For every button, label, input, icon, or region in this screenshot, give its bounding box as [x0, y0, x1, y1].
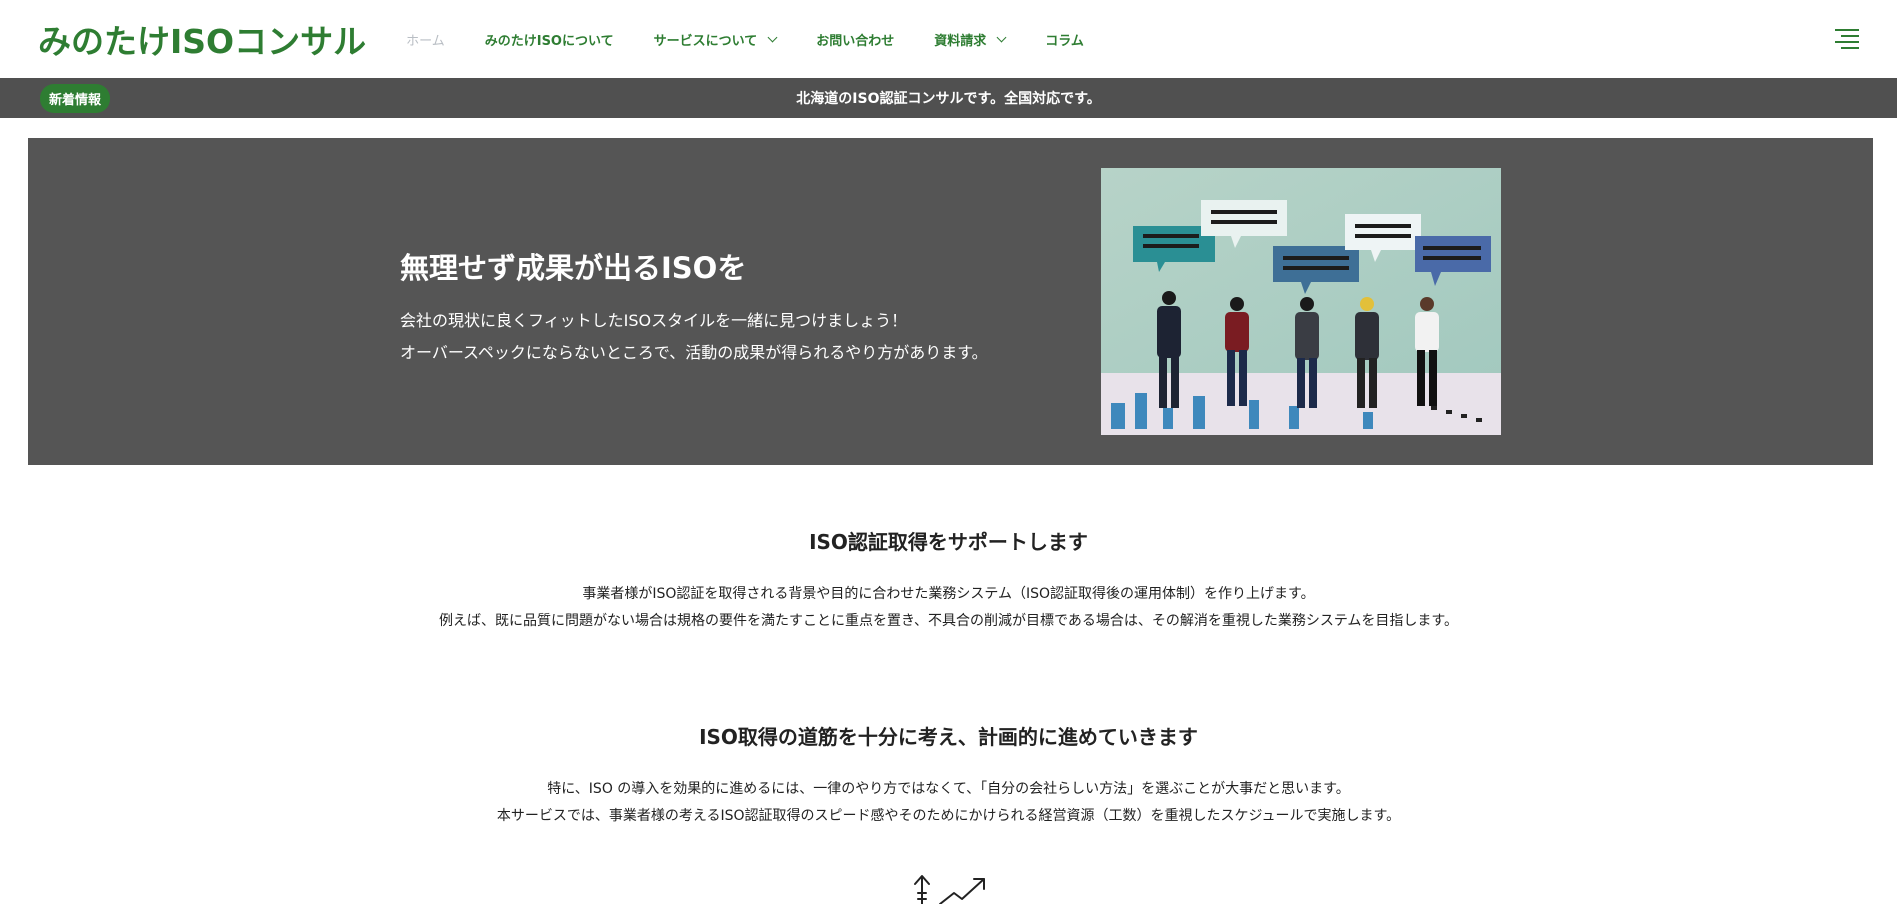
nav-item-home[interactable]: ホーム	[406, 30, 445, 49]
news-ticker-text[interactable]: 北海道のISO認証コンサルです。全国対応です。	[0, 88, 1897, 108]
hero-title: 無理せず成果が出るISOを	[400, 251, 747, 285]
section-support: ISO認証取得をサポートします 事業者様がISO認証を取得される背景や目的に合わ…	[0, 526, 1897, 635]
nav-item-label: 資料請求	[934, 33, 987, 49]
nav-item-label: お問い合わせ	[816, 33, 895, 49]
section-text: 特に、ISO の導入を効果的に進めるには、一律のやり方ではなくて、「自分の会社ら…	[0, 776, 1897, 830]
chevron-down-icon	[767, 32, 778, 42]
site-header: みのたけISOコンサル ホーム みのたけISOについて サービスについて お問い…	[0, 0, 1897, 78]
nav-item-contact[interactable]: お問い合わせ	[816, 30, 894, 49]
site-logo[interactable]: みのたけISOコンサル	[38, 15, 366, 63]
hero-copy: 無理せず成果が出るISOを 会社の現状に良くフィットしたISOスタイルを一緒に見…	[400, 245, 988, 369]
section-text-line: 例えば、既に品質に問題がない場合は規格の要件を満たすことに重点を置き、不具合の削…	[438, 613, 1459, 629]
section-text: 事業者様がISO認証を取得される背景や目的に合わせた業務システム（ISO認証取得…	[0, 581, 1897, 635]
section-text-line: 本サービスでは、事業者様の考えるISO認証取得のスピード感やそのためにかけられる…	[496, 808, 1401, 824]
nav-item-label: ホーム	[406, 33, 445, 49]
nav-item-label: みのたけISOについて	[484, 33, 614, 49]
news-bar: 新着情報 北海道のISO認証コンサルです。全国対応です。	[0, 78, 1897, 118]
nav-item-services[interactable]: サービスについて	[653, 30, 778, 49]
nav-item-label: コラム	[1045, 33, 1084, 49]
nav-item-about[interactable]: みのたけISOについて	[485, 30, 614, 49]
hero-text-line: オーバースペックにならないところで、活動の成果が得られるやり方があります。	[400, 343, 988, 362]
hero-image-figures-with-speech-bubbles	[1101, 168, 1501, 435]
section-title: ISO取得の道筋を十分に考え、計画的に進めていきます	[699, 725, 1198, 749]
nav-item-column[interactable]: コラム	[1045, 30, 1084, 49]
section-planning: ISO取得の道筋を十分に考え、計画的に進めていきます 特に、ISO の導入を効果…	[0, 721, 1897, 830]
main-nav: ホーム みのたけISOについて サービスについて お問い合わせ 資料請求 コラム	[406, 30, 1124, 49]
chevron-down-icon	[996, 32, 1007, 42]
growth-arrows-icon	[910, 873, 988, 905]
section-title: ISO認証取得をサポートします	[809, 530, 1088, 554]
menu-icon[interactable]	[1835, 29, 1859, 49]
hero-banner: 無理せず成果が出るISOを 会社の現状に良くフィットしたISOスタイルを一緒に見…	[28, 138, 1873, 465]
section-text-line: 特に、ISO の導入を効果的に進めるには、一律のやり方ではなくて、「自分の会社ら…	[547, 781, 1350, 797]
nav-item-label: サービスについて	[653, 33, 758, 49]
section-text-line: 事業者様がISO認証を取得される背景や目的に合わせた業務システム（ISO認証取得…	[582, 586, 1315, 602]
hero-text-line: 会社の現状に良くフィットしたISOスタイルを一緒に見つけましょう！	[400, 311, 908, 330]
nav-item-documents[interactable]: 資料請求	[934, 30, 1007, 49]
